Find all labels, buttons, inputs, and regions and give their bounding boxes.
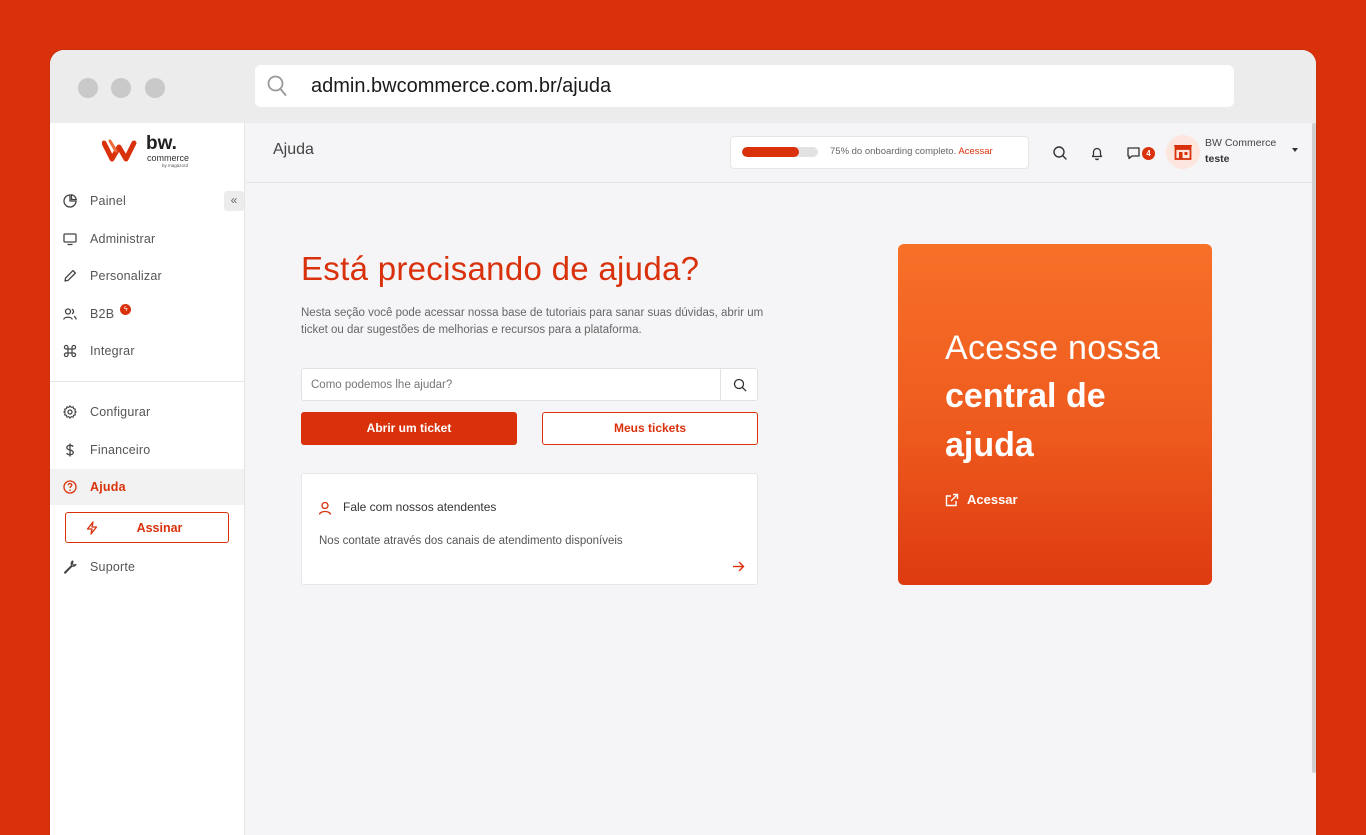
bell-icon[interactable] bbox=[1089, 145, 1105, 161]
sidebar-item-configurar[interactable]: Configurar bbox=[50, 394, 244, 430]
store-icon bbox=[1174, 145, 1192, 160]
logo-text: bw. bbox=[146, 133, 177, 154]
command-icon bbox=[63, 344, 77, 358]
search-icon bbox=[733, 378, 747, 392]
help-center-line-2: central de bbox=[945, 377, 1106, 415]
onboarding-link[interactable]: Acessar bbox=[958, 146, 992, 157]
top-bar: Ajuda 75% do onboarding completo. Acessa… bbox=[246, 123, 1316, 183]
sidebar-item-administrar[interactable]: Administrar bbox=[50, 221, 244, 257]
messages-count-badge: 4 bbox=[1142, 147, 1155, 160]
url-text[interactable]: admin.bwcommerce.com.br/ajuda bbox=[311, 75, 611, 98]
arrow-right-icon[interactable] bbox=[732, 560, 745, 573]
sidebar-item-label: Suporte bbox=[90, 560, 136, 574]
user-store[interactable]: teste bbox=[1205, 153, 1230, 165]
brand-logo[interactable]: bw. commerce by magazord bbox=[101, 133, 202, 171]
pencil-icon bbox=[64, 269, 77, 282]
logo-subtext: commerce bbox=[147, 153, 190, 163]
sidebar-item-suporte[interactable]: Suporte bbox=[50, 549, 244, 585]
address-bar[interactable]: admin.bwcommerce.com.br/ajuda bbox=[255, 65, 1234, 107]
sidebar-item-label: Personalizar bbox=[90, 269, 162, 283]
pie-chart-icon bbox=[63, 194, 77, 208]
contact-card-description: Nos contate através dos canais de atendi… bbox=[319, 535, 623, 547]
sidebar-item-integrar[interactable]: Integrar bbox=[50, 333, 244, 369]
my-tickets-button[interactable]: Meus tickets bbox=[542, 412, 758, 445]
logo-tagline: by magazord bbox=[162, 163, 189, 168]
onboarding-text: 75% do onboarding completo. Acessar bbox=[830, 146, 993, 157]
external-link-icon bbox=[945, 493, 959, 506]
browser-window: admin.bwcommerce.com.br/ajuda bw. commer… bbox=[50, 50, 1316, 835]
onboarding-status: 75% do onboarding completo. bbox=[830, 146, 957, 157]
sidebar-item-b2b[interactable]: B2B ϟ bbox=[50, 296, 244, 332]
sidebar-item-personalizar[interactable]: Personalizar bbox=[50, 258, 244, 294]
lightning-badge-icon: ϟ bbox=[120, 303, 132, 315]
monitor-icon bbox=[63, 233, 77, 246]
onboarding-progress-bar bbox=[742, 147, 818, 157]
sidebar-item-label: Administrar bbox=[90, 232, 156, 246]
user-name[interactable]: BW Commerce bbox=[1205, 137, 1276, 149]
sidebar-item-painel[interactable]: Painel bbox=[50, 183, 244, 219]
window-minimize-dot[interactable] bbox=[111, 78, 131, 98]
sidebar-divider bbox=[50, 381, 244, 382]
contact-card[interactable]: Fale com nossos atendentes Nos contate a… bbox=[301, 473, 758, 585]
help-center-access-label: Acessar bbox=[967, 492, 1018, 507]
help-search bbox=[301, 368, 758, 401]
sidebar-item-label: Configurar bbox=[90, 405, 151, 419]
onboarding-progress: 75% do onboarding completo. Acessar bbox=[730, 136, 1029, 169]
page-title: Ajuda bbox=[273, 141, 314, 158]
contact-card-title: Fale com nossos atendentes bbox=[343, 500, 497, 514]
assinar-label: Assinar bbox=[136, 520, 183, 535]
help-search-input[interactable] bbox=[302, 369, 720, 400]
sidebar-item-label: Ajuda bbox=[90, 480, 126, 494]
onboarding-progress-fill bbox=[742, 147, 799, 157]
help-circle-icon bbox=[63, 480, 77, 494]
hero-description: Nesta seção você pode acessar nossa base… bbox=[301, 307, 764, 336]
hero-title: Está precisando de ajuda? bbox=[301, 250, 700, 287]
sidebar-item-label: Painel bbox=[90, 194, 126, 208]
main-content: Está precisando de ajuda? Nesta seção vo… bbox=[246, 184, 1316, 835]
help-center-line-3: ajuda bbox=[945, 426, 1034, 464]
sidebar-item-financeiro[interactable]: Financeiro bbox=[50, 432, 244, 468]
sidebar: bw. commerce by magazord « Painel Admini… bbox=[50, 123, 245, 835]
window-close-dot[interactable] bbox=[78, 78, 98, 98]
sidebar-item-label: B2B bbox=[90, 307, 115, 321]
sidebar-item-label: Integrar bbox=[90, 344, 135, 358]
search-icon bbox=[267, 75, 287, 96]
help-center-panel[interactable]: Acesse nossa central de ajuda Acessar bbox=[898, 244, 1212, 585]
users-icon bbox=[63, 308, 77, 320]
window-maximize-dot[interactable] bbox=[145, 78, 165, 98]
browser-chrome: admin.bwcommerce.com.br/ajuda bbox=[50, 50, 1316, 123]
assinar-button[interactable]: Assinar bbox=[65, 512, 229, 543]
open-ticket-button[interactable]: Abrir um ticket bbox=[301, 412, 517, 445]
dollar-icon bbox=[66, 443, 74, 457]
gear-icon bbox=[63, 405, 77, 419]
sidebar-item-ajuda[interactable]: Ajuda bbox=[50, 469, 244, 505]
wrench-icon bbox=[63, 560, 77, 574]
help-center-line-1: Acesse nossa bbox=[945, 329, 1161, 367]
message-icon[interactable] bbox=[1126, 145, 1142, 161]
help-search-button[interactable] bbox=[720, 369, 758, 400]
chevron-down-icon[interactable] bbox=[1292, 148, 1298, 152]
user-icon bbox=[318, 501, 332, 515]
help-center-access-link[interactable]: Acessar bbox=[945, 492, 1018, 507]
search-icon[interactable] bbox=[1052, 145, 1068, 161]
sidebar-item-label: Financeiro bbox=[90, 443, 151, 457]
avatar[interactable] bbox=[1166, 135, 1200, 169]
